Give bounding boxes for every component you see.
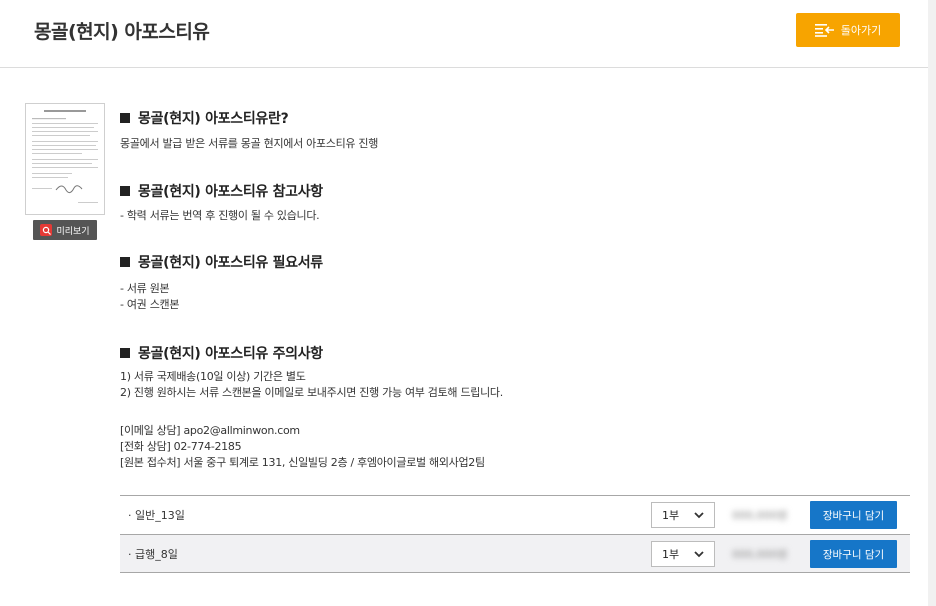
section-required-docs: 몽골(현지) 아포스티유 필요서류 - 서류 원본 - 여권 스캔본: [120, 252, 323, 313]
option-price: 000,000원: [732, 548, 788, 561]
section-title: 몽골(현지) 아포스티유 주의사항: [120, 343, 503, 365]
section-title: 몽골(현지) 아포스티유 필요서류: [120, 252, 323, 274]
section-text: 1) 서류 국제배송(10일 이상) 기간은 별도: [120, 370, 306, 383]
preview-label: 미리보기: [56, 226, 90, 237]
preview-button[interactable]: 미리보기: [33, 220, 97, 240]
option-label: · 일반_13일: [128, 509, 185, 522]
scrollbar[interactable]: [928, 0, 936, 606]
add-to-cart-button[interactable]: 장바구니 담기: [810, 501, 897, 529]
option-label: · 급행_8일: [128, 548, 178, 561]
list-back-icon: [814, 23, 835, 37]
option-row: · 급행_8일 1부 000,000원 장바구니 담기: [120, 534, 910, 573]
option-table: · 일반_13일 1부 000,000원 장바구니 담기 · 급행_8일 1부 …: [120, 495, 910, 573]
square-bullet-icon: [120, 257, 130, 267]
option-price: 000,000원: [732, 509, 788, 522]
section-cautions: 몽골(현지) 아포스티유 주의사항 1) 서류 국제배송(10일 이상) 기간은…: [120, 343, 503, 401]
section-text: - 여권 스캔본: [120, 298, 180, 311]
section-title: 몽골(현지) 아포스티유 참고사항: [120, 181, 323, 203]
contact-address: [원본 접수처] 서울 중구 퇴계로 131, 신일빌딩 2층 / 후엠아이글로…: [120, 456, 485, 469]
section-notes: 몽골(현지) 아포스티유 참고사항 - 학력 서류는 번역 후 진행이 될 수 …: [120, 181, 323, 224]
magnifier-icon: [40, 224, 53, 236]
page-header: 몽골(현지) 아포스티유 돌아가기: [0, 0, 928, 68]
page-title: 몽골(현지) 아포스티유: [34, 21, 210, 43]
option-row: · 일반_13일 1부 000,000원 장바구니 담기: [120, 495, 910, 534]
quantity-select[interactable]: 1부: [651, 502, 715, 528]
section-text: - 서류 원본: [120, 282, 170, 295]
quantity-select[interactable]: 1부: [651, 541, 715, 567]
section-what: 몽골(현지) 아포스티유란? 몽골에서 발급 받은 서류를 몽골 현지에서 아포…: [120, 108, 378, 152]
chevron-down-icon: [694, 508, 704, 525]
square-bullet-icon: [120, 113, 130, 123]
section-text: 몽골에서 발급 받은 서류를 몽골 현지에서 아포스티유 진행: [120, 137, 379, 150]
document-thumbnail[interactable]: [25, 103, 105, 215]
section-text: 2) 진행 원하시는 서류 스캔본을 이메일로 보내주시면 진행 가능 여부 검…: [120, 386, 503, 399]
add-to-cart-button[interactable]: 장바구니 담기: [810, 540, 897, 568]
square-bullet-icon: [120, 186, 130, 196]
back-button[interactable]: 돌아가기: [796, 13, 900, 47]
contact-info: [이메일 상담] apo2@allminwon.com [전화 상담] 02-7…: [120, 423, 485, 471]
chevron-down-icon: [694, 547, 704, 564]
contact-email: [이메일 상담] apo2@allminwon.com: [120, 424, 300, 437]
square-bullet-icon: [120, 348, 130, 358]
section-title: 몽골(현지) 아포스티유란?: [120, 108, 378, 130]
contact-phone: [전화 상담] 02-774-2185: [120, 440, 242, 453]
section-text: - 학력 서류는 번역 후 진행이 될 수 있습니다.: [120, 209, 320, 222]
back-button-label: 돌아가기: [840, 24, 882, 37]
